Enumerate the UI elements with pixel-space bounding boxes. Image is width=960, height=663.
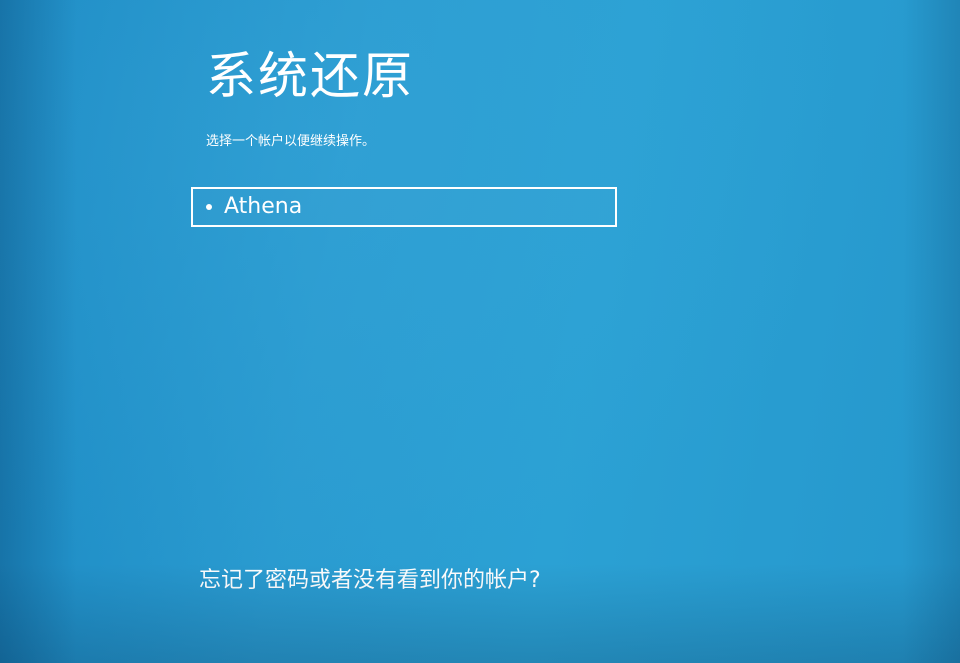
forgot-password-link[interactable]: 忘记了密码或者没有看到你的帐户? [199,566,541,596]
account-bullet-icon [206,204,212,210]
account-list: Athena [191,187,617,227]
page-subtitle: 选择一个帐户以便继续操作。 [206,134,376,149]
account-name: Athena [224,194,303,219]
page-title: 系统还原 [206,47,414,105]
account-item-athena[interactable]: Athena [191,187,617,227]
system-restore-screen: 系统还原 选择一个帐户以便继续操作。 Athena 忘记了密码或者没有看到你的帐… [0,0,960,663]
